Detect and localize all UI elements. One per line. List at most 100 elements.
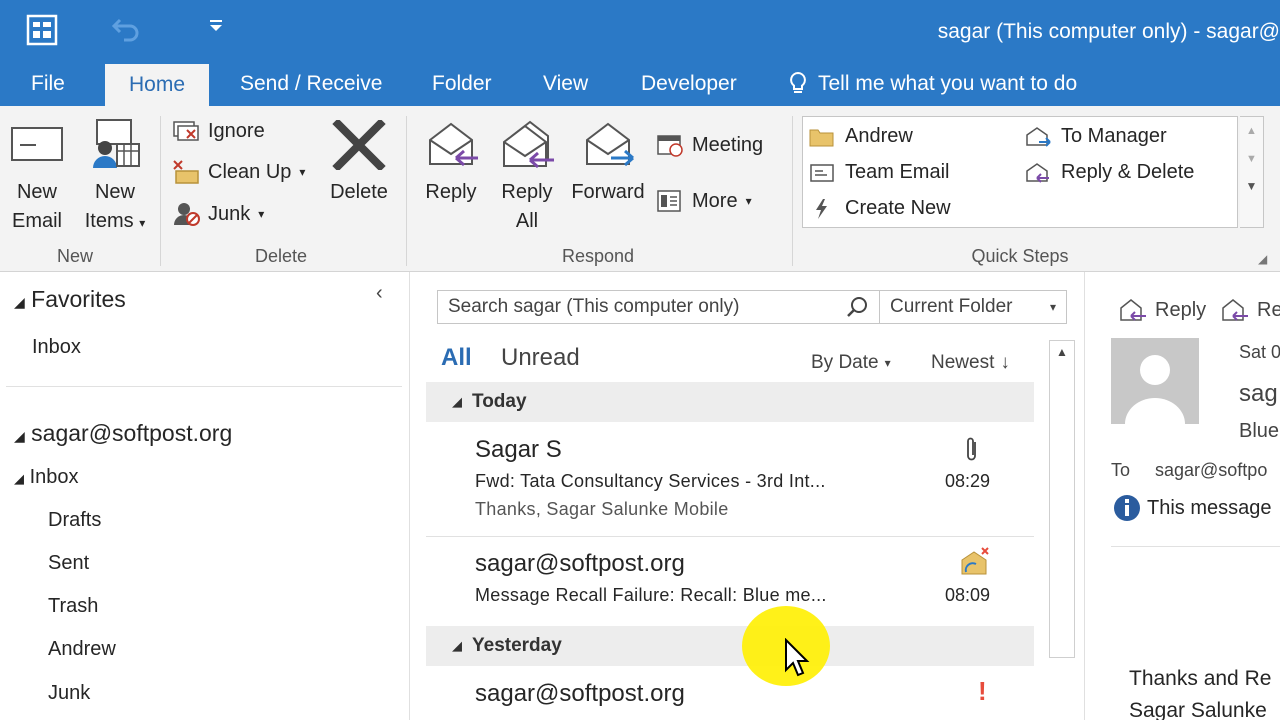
reply-all-icon <box>503 120 554 169</box>
message-item[interactable]: Sagar S Fwd: Tata Consultancy Services -… <box>426 424 1034 534</box>
chevron-down-icon: ▾ <box>884 356 891 370</box>
message-item[interactable]: sagar@softpost.org Message Recall Failur… <box>426 538 1034 624</box>
sort-order-toggle[interactable]: Newest ↓ <box>931 352 1010 374</box>
junk-icon <box>174 203 200 226</box>
quick-step-andrew[interactable]: Andrew <box>809 125 913 148</box>
collapse-triangle-icon: ◢ <box>14 471 24 486</box>
delete-icon <box>332 120 386 170</box>
group-label-quick-steps: Quick Steps <box>971 246 1069 266</box>
reading-reply-button[interactable]: Reply <box>1119 298 1206 322</box>
more-respond-button[interactable]: More ▾ <box>656 188 752 214</box>
tab-send-receive[interactable]: Send / Receive <box>240 62 382 106</box>
ignore-icon <box>173 121 199 141</box>
sender-avatar <box>1111 338 1199 424</box>
forward-icon <box>586 122 634 167</box>
folder-junk[interactable]: Junk <box>48 682 90 705</box>
undo-icon[interactable] <box>110 14 142 42</box>
collapse-triangle-icon: ◢ <box>452 638 462 653</box>
group-divider <box>160 116 161 266</box>
expand-gallery-icon[interactable]: ▼ <box>1240 179 1263 193</box>
folder-favorite-inbox[interactable]: Inbox <box>32 336 81 359</box>
recall-failure-icon <box>961 547 989 575</box>
tab-folder[interactable]: Folder <box>432 62 492 106</box>
collapse-triangle-icon: ◢ <box>14 294 25 310</box>
search-icon[interactable] <box>845 295 869 319</box>
meeting-icon <box>657 135 683 157</box>
folder-drafts[interactable]: Drafts <box>48 509 101 532</box>
group-divider <box>406 116 407 266</box>
scroll-up-icon[interactable]: ▲ <box>1240 125 1263 137</box>
message-sender: sagar@softpost.org <box>475 550 685 577</box>
team-email-icon <box>810 163 834 182</box>
new-email-button[interactable]: New Email <box>6 124 68 236</box>
reply-button[interactable]: Reply <box>418 118 484 207</box>
meeting-button[interactable]: Meeting <box>656 132 763 158</box>
message-sender: sag <box>1239 380 1278 407</box>
filter-unread[interactable]: Unread <box>501 344 580 372</box>
quick-step-create-new[interactable]: Create New <box>809 197 951 220</box>
junk-button[interactable]: Junk ▾ <box>172 201 264 227</box>
divider <box>1111 546 1280 547</box>
folder-andrew[interactable]: Andrew <box>48 638 116 661</box>
quick-step-team-email[interactable]: Team Email <box>809 161 949 184</box>
lightning-icon <box>816 198 827 219</box>
message-date: Sat 0 <box>1239 342 1280 362</box>
group-header-today[interactable]: ◢ Today <box>426 382 1034 422</box>
tell-me-text: Tell me what you want to do <box>818 72 1078 95</box>
folder-inbox[interactable]: ◢ Inbox <box>14 466 79 489</box>
info-bar-text: This message <box>1147 497 1272 519</box>
customize-quick-access-icon[interactable] <box>206 16 226 36</box>
folder-sent[interactable]: Sent <box>48 552 89 575</box>
quick-steps-scroll[interactable]: ▲ ▼ ▼ <box>1240 116 1264 228</box>
collapse-triangle-icon: ◢ <box>14 428 25 444</box>
folder-move-icon <box>809 129 834 146</box>
delete-button[interactable]: Delete <box>326 120 392 207</box>
favorites-header[interactable]: ◢ Favorites <box>14 286 126 313</box>
folder-trash[interactable]: Trash <box>48 595 98 618</box>
tab-developer[interactable]: Developer <box>641 62 737 106</box>
message-preview: Thanks, Sagar Salunke Mobile <box>475 499 729 519</box>
account-header[interactable]: ◢ sagar@softpost.org <box>14 420 232 447</box>
collapse-pane-icon[interactable]: ‹ <box>376 282 383 305</box>
group-label-delete: Delete <box>254 246 308 266</box>
tab-home[interactable]: Home <box>105 64 210 106</box>
sort-by-dropdown[interactable]: By Date ▾ <box>811 352 891 374</box>
chevron-down-icon: ▾ <box>299 165 306 179</box>
forward-button[interactable]: Forward <box>566 118 650 207</box>
quick-step-reply-delete[interactable]: Reply & Delete <box>1025 161 1194 184</box>
search-box: Search sagar (This computer only) Curren… <box>437 290 1067 324</box>
group-label-respond: Respond <box>561 246 635 266</box>
filter-all[interactable]: All <box>441 344 472 372</box>
chevron-down-icon: ▾ <box>1049 300 1056 314</box>
new-items-button[interactable]: New Items ▾ <box>78 118 152 238</box>
search-scope-dropdown[interactable]: Current Folder ▾ <box>880 291 1066 323</box>
folder-pane: ◢ Favorites ‹ Inbox ◢ sagar@softpost.org… <box>0 272 410 720</box>
quick-steps-gallery: Andrew Team Email Create New To Manager <box>802 116 1238 228</box>
scroll-down-icon[interactable]: ▼ <box>1240 153 1263 165</box>
dialog-launcher-icon[interactable]: ◢ <box>1258 252 1267 266</box>
tab-file[interactable]: File <box>31 62 65 106</box>
outlook-app-icon[interactable] <box>26 14 58 46</box>
reading-reply-all-button[interactable]: Re <box>1221 298 1280 322</box>
message-time: 08:09 <box>944 585 990 605</box>
search-input[interactable]: Search sagar (This computer only) <box>438 291 880 323</box>
reply-icon <box>429 122 478 167</box>
new-email-icon <box>11 127 63 161</box>
tell-me-box[interactable]: Tell me what you want to do <box>788 62 1077 106</box>
message-sender: Sagar S <box>475 436 562 463</box>
scroll-up-icon[interactable]: ▲ <box>1050 345 1074 359</box>
more-icon <box>657 190 681 212</box>
message-item[interactable]: sagar@softpost.org ! <box>426 668 1034 720</box>
ignore-button[interactable]: Ignore <box>172 118 265 144</box>
clean-up-button[interactable]: Clean Up ▾ <box>172 159 305 185</box>
message-list-scrollbar[interactable]: ▲ <box>1049 340 1075 658</box>
body-signature-line-1: Thanks and Re <box>1129 667 1272 690</box>
to-label: To <box>1111 460 1131 480</box>
tab-view[interactable]: View <box>543 62 588 106</box>
group-header-yesterday[interactable]: ◢ Yesterday <box>426 626 1034 666</box>
divider <box>426 536 1034 537</box>
reply-all-button[interactable]: Reply All <box>494 118 560 236</box>
window-title: sagar (This computer only) - sagar@ <box>937 20 1280 43</box>
divider <box>6 386 402 387</box>
quick-step-to-manager[interactable]: To Manager <box>1025 125 1167 148</box>
